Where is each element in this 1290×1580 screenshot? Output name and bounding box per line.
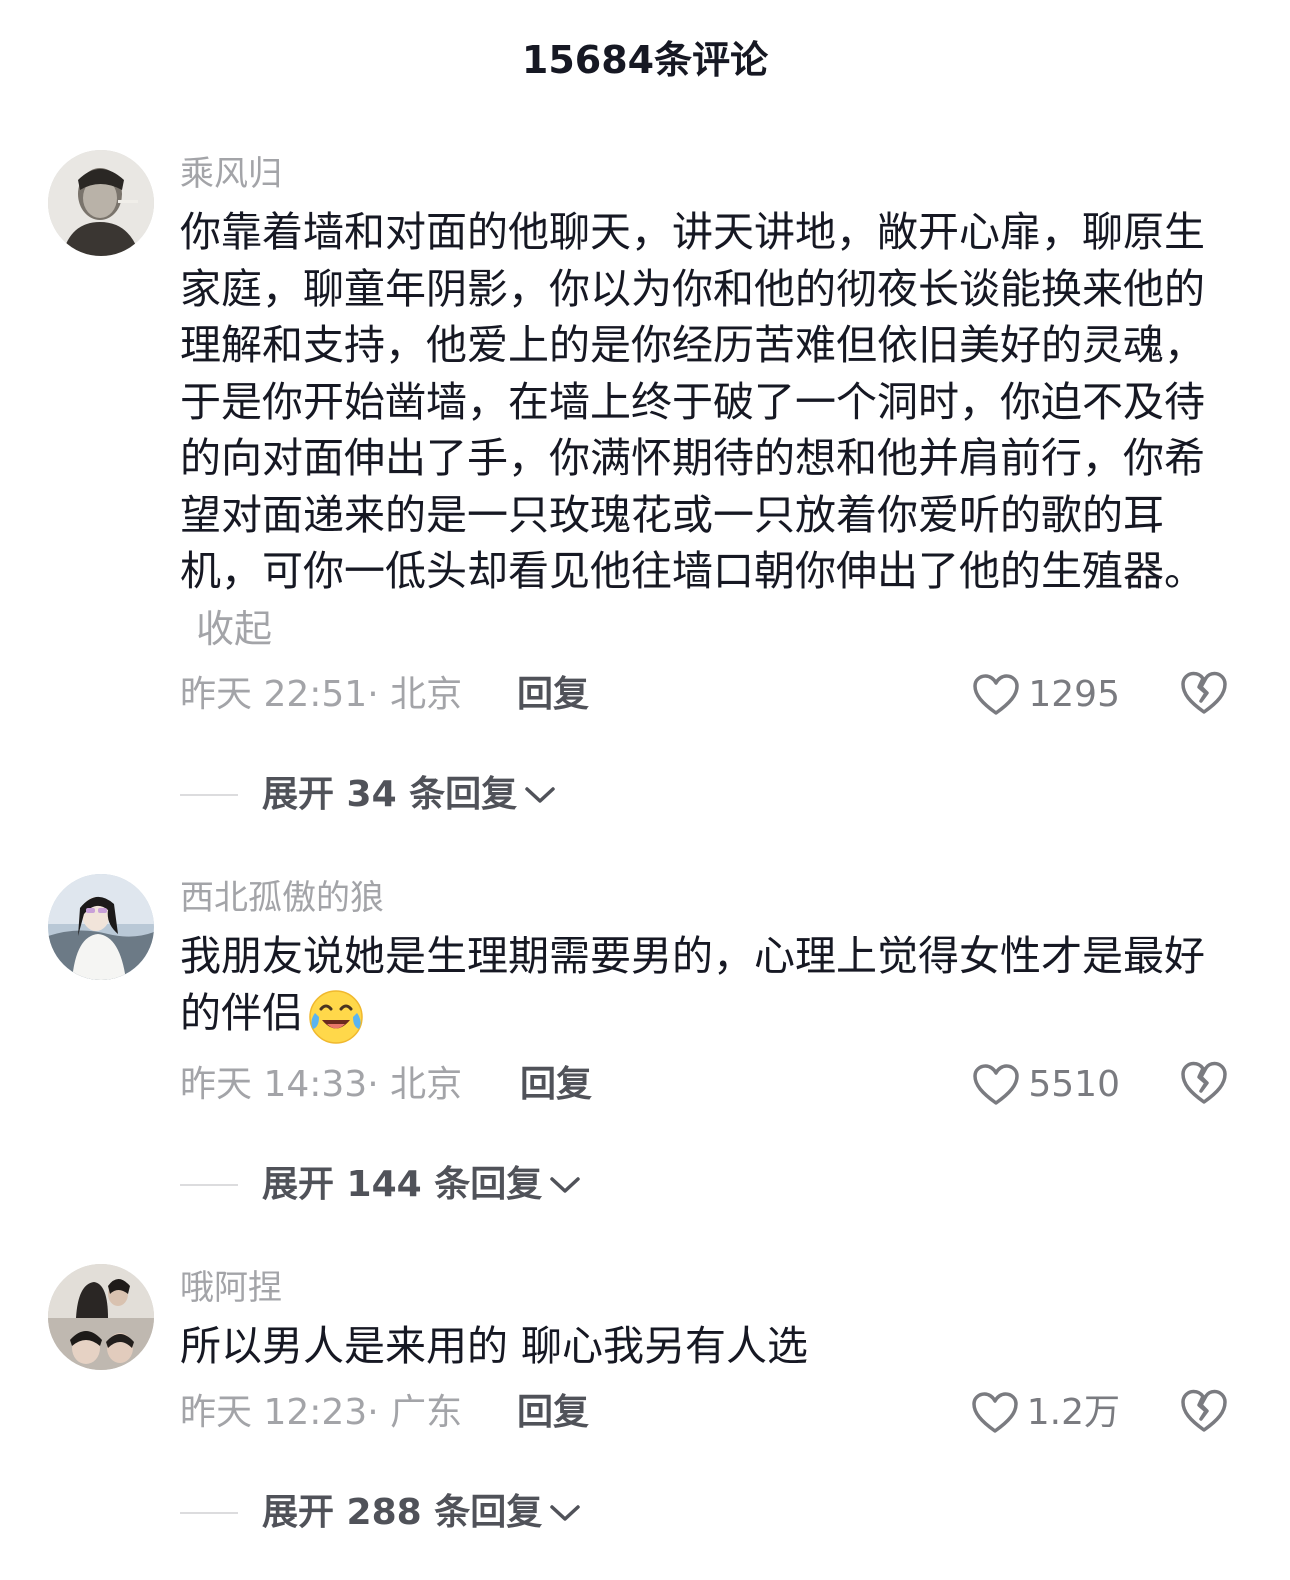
username[interactable]: 西北孤傲的狼 — [180, 876, 384, 920]
broken-heart-icon — [1181, 1389, 1227, 1432]
like-count: 1295 — [1028, 674, 1120, 715]
avatar[interactable] — [48, 150, 154, 256]
like-button[interactable]: 5510 — [960, 1060, 1120, 1110]
collapse-button[interactable]: 收起 — [196, 607, 272, 651]
username[interactable]: 乘风归 — [180, 152, 282, 196]
expand-replies-label: 展开 144 条回复 — [262, 1164, 543, 1205]
like-count: 5510 — [1028, 1064, 1120, 1105]
dislike-button[interactable] — [1180, 670, 1230, 720]
expand-replies-label: 展开 288 条回复 — [262, 1492, 543, 1533]
reply-button[interactable]: 回复 — [517, 1388, 589, 1438]
reply-button[interactable]: 回复 — [520, 1060, 592, 1110]
page-title: 15684条评论 — [521, 38, 769, 82]
divider-line — [180, 794, 238, 796]
expand-replies-button[interactable]: 展开 144 条回复 — [180, 1160, 582, 1210]
expand-replies-button[interactable]: 展开 288 条回复 — [180, 1488, 582, 1538]
comment-text: 你靠着墙和对面的他聊天，讲天讲地，敞开心扉，聊原生家庭，聊童年阴影，你以为你和他… — [180, 204, 1220, 657]
username[interactable]: 哦阿捏 — [180, 1266, 282, 1310]
dislike-button[interactable] — [1180, 1060, 1230, 1110]
avatar-image — [48, 874, 154, 980]
chevron-down-icon — [525, 787, 555, 803]
chevron-down-icon — [550, 1177, 580, 1193]
comment-body: 你靠着墙和对面的他聊天，讲天讲地，敞开心扉，聊原生家庭，聊童年阴影，你以为你和他… — [180, 208, 1205, 595]
avatar[interactable] — [48, 874, 154, 980]
like-button[interactable]: 1.2万 — [960, 1388, 1120, 1438]
broken-heart-icon — [1181, 671, 1227, 714]
comment-text: 所以男人是来用的 聊心我另有人选 — [180, 1318, 1220, 1375]
crying-laughing-emoji — [309, 989, 363, 1044]
comment-time-location: 昨天 22:51· 北京 — [180, 674, 463, 715]
heart-outline-icon — [971, 1392, 1018, 1433]
avatar-image — [48, 150, 154, 256]
chevron-down-icon — [550, 1505, 580, 1521]
comment-text: 我朋友说她是生理期需要男的，心理上觉得女性才是最好的伴侣 — [180, 928, 1220, 1045]
broken-heart-icon — [1181, 1061, 1227, 1104]
comment-time-location: 昨天 12:23· 广东 — [180, 1392, 463, 1433]
heart-outline-icon — [973, 1064, 1020, 1105]
comment-body: 所以男人是来用的 聊心我另有人选 — [180, 1322, 809, 1370]
avatar[interactable] — [48, 1264, 154, 1370]
dislike-button[interactable] — [1180, 1388, 1230, 1438]
expand-replies-button[interactable]: 展开 34 条回复 — [180, 770, 557, 820]
divider-line — [180, 1184, 238, 1186]
like-button[interactable]: 1295 — [960, 670, 1120, 720]
expand-replies-label: 展开 34 条回复 — [262, 774, 518, 815]
divider-line — [180, 1512, 238, 1514]
avatar-image — [48, 1264, 154, 1370]
comment-time-location: 昨天 14:33· 北京 — [180, 1064, 463, 1105]
heart-outline-icon — [973, 674, 1020, 715]
reply-button[interactable]: 回复 — [517, 670, 589, 720]
like-count: 1.2万 — [1026, 1392, 1120, 1433]
